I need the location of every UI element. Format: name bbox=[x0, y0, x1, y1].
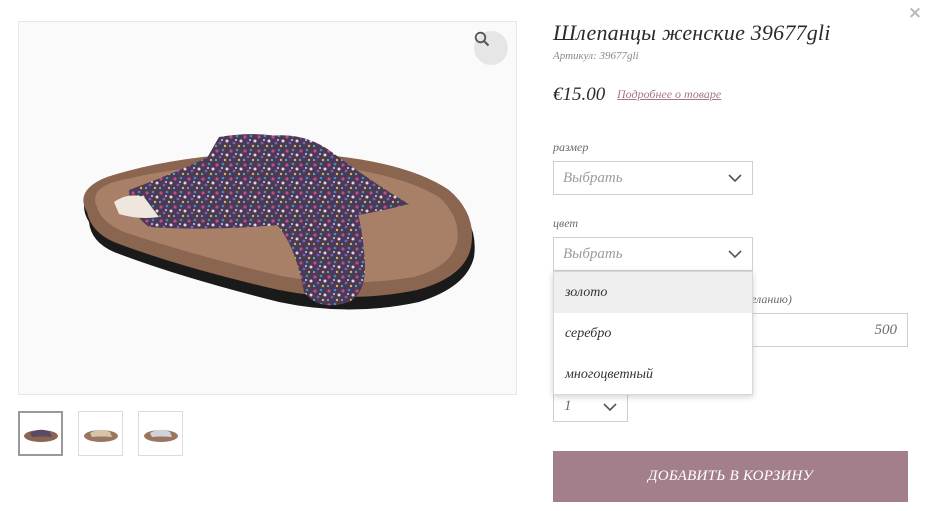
thumbnail-3[interactable] bbox=[138, 411, 183, 456]
product-sku: Артикул: 39677gli bbox=[553, 50, 639, 62]
amount-input[interactable]: 500 bbox=[740, 313, 908, 347]
color-option-multicolor[interactable]: многоцветный bbox=[554, 354, 752, 395]
size-select[interactable]: Выбрать bbox=[553, 161, 753, 195]
color-dropdown-menu: золото серебро многоцветный bbox=[553, 271, 753, 395]
product-details-link[interactable]: Подробнее о товаре bbox=[617, 87, 721, 102]
product-main-image bbox=[18, 21, 517, 395]
color-option-silver[interactable]: серебро bbox=[554, 313, 752, 354]
size-label: размер bbox=[553, 140, 589, 154]
color-option-gold[interactable]: золото bbox=[554, 272, 752, 313]
add-to-cart-button[interactable]: ДОБАВИТЬ В КОРЗИНУ bbox=[553, 451, 908, 502]
search-icon bbox=[474, 31, 490, 47]
quantity-select[interactable]: 1 bbox=[553, 391, 628, 422]
thumbnail-1[interactable] bbox=[18, 411, 63, 456]
color-select[interactable]: Выбрать bbox=[553, 237, 753, 271]
quantity-value: 1 bbox=[564, 398, 572, 414]
size-select-value: Выбрать bbox=[563, 170, 623, 186]
chevron-down-icon bbox=[728, 250, 742, 259]
chevron-down-icon bbox=[728, 174, 742, 183]
chevron-down-icon bbox=[603, 403, 617, 412]
product-price: €15.00 bbox=[553, 84, 606, 105]
thumbnail-strip bbox=[18, 411, 183, 456]
color-label: цвет bbox=[553, 216, 579, 230]
close-icon[interactable]: × bbox=[906, 4, 924, 22]
zoom-button[interactable] bbox=[474, 31, 508, 65]
amount-input-value: 500 bbox=[874, 322, 898, 338]
thumbnail-2[interactable] bbox=[78, 411, 123, 456]
product-title: Шлепанцы женские 39677gli bbox=[553, 20, 831, 45]
color-select-value: Выбрать bbox=[563, 246, 623, 262]
